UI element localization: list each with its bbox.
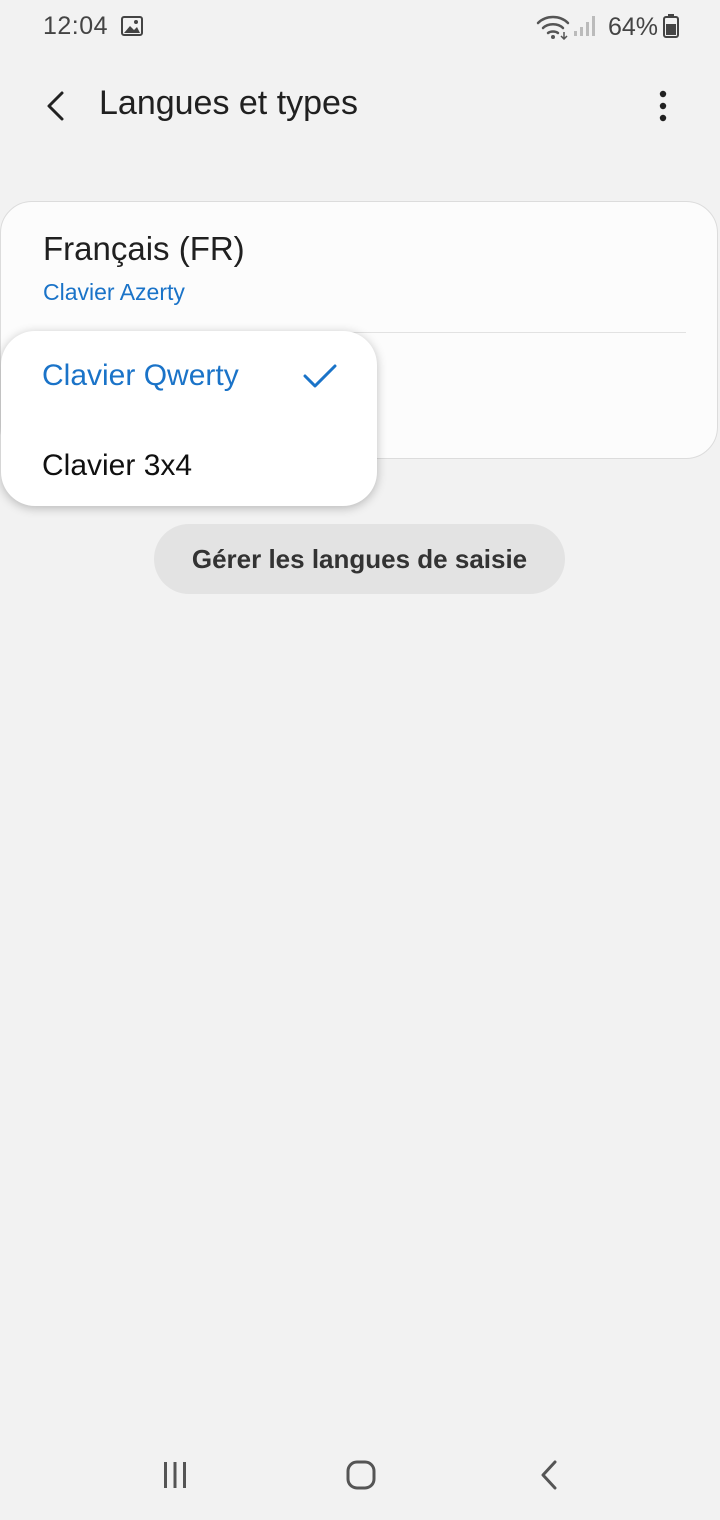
- home-button[interactable]: [336, 1450, 386, 1500]
- check-icon: [303, 364, 337, 388]
- manage-input-languages-button[interactable]: Gérer les langues de saisie: [154, 524, 565, 594]
- recent-apps-button[interactable]: [150, 1450, 200, 1500]
- more-vertical-icon: [659, 90, 667, 122]
- battery-icon: [663, 14, 679, 38]
- chevron-left-icon: [47, 91, 64, 121]
- status-time: 12:04: [43, 12, 109, 40]
- popup-option-qwerty[interactable]: Clavier Qwerty: [1, 333, 377, 419]
- language-title: Français (FR): [43, 230, 245, 267]
- language-item-french[interactable]: Français (FR) Clavier Azerty: [1, 202, 719, 332]
- back-button[interactable]: [30, 80, 82, 132]
- back-icon: [541, 1460, 557, 1490]
- language-keyboard-type: Clavier Azerty: [43, 279, 185, 305]
- app-bar: Langues et types: [0, 62, 720, 152]
- popup-option-label: Clavier 3x4: [42, 449, 193, 482]
- recent-apps-icon: [164, 1462, 186, 1488]
- wifi-icon: [536, 15, 570, 40]
- home-icon: [346, 1460, 376, 1490]
- popup-option-3x4[interactable]: Clavier 3x4: [1, 419, 377, 505]
- status-bar: 12:04 64%: [0, 0, 720, 56]
- gallery-icon: [121, 16, 143, 36]
- navigation-bar: [0, 1430, 720, 1520]
- signal-icon: [574, 16, 595, 36]
- keyboard-type-popup: Clavier Qwerty Clavier 3x4: [1, 331, 377, 506]
- nav-back-button[interactable]: [524, 1450, 574, 1500]
- popup-option-label: Clavier Qwerty: [42, 359, 239, 392]
- battery-percent: 64%: [608, 13, 659, 41]
- more-options-button[interactable]: [640, 80, 686, 132]
- page-title: Langues et types: [99, 84, 358, 122]
